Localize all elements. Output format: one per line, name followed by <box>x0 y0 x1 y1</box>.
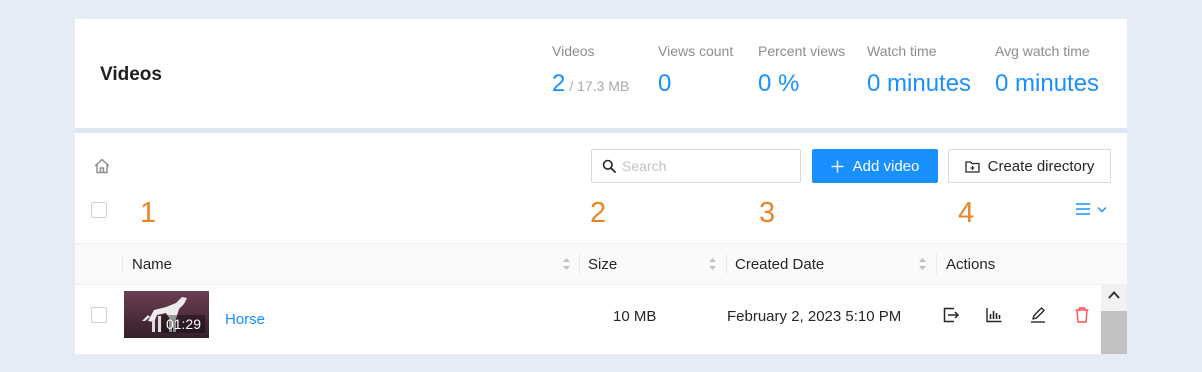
plus-icon <box>831 160 844 172</box>
stat-label: Watch time <box>867 43 937 59</box>
table-scrollbar[interactable] <box>1101 285 1127 354</box>
sort-icon[interactable] <box>708 257 717 271</box>
stat-value: 0 % <box>758 70 800 97</box>
folder-add-icon <box>964 160 980 173</box>
annotation-marker: 3 <box>759 197 776 229</box>
stat-value: 0 <box>658 70 672 97</box>
create-directory-button[interactable]: Create directory <box>948 149 1111 183</box>
annotation-marker: 2 <box>590 197 607 229</box>
select-all-checkbox[interactable] <box>91 202 107 218</box>
stat-value: 0 minutes <box>867 70 972 97</box>
edit-icon[interactable] <box>1028 305 1048 325</box>
sort-icon[interactable] <box>918 257 927 271</box>
stat-label: Percent views <box>758 43 846 59</box>
video-thumbnail[interactable]: 01:29 <box>124 291 209 338</box>
search-input[interactable] <box>622 158 792 174</box>
column-header-size[interactable]: Size <box>588 244 617 284</box>
column-header-label: Size <box>588 255 618 273</box>
stat-views-count: Views count 0 <box>658 43 733 98</box>
stat-label: Videos <box>552 43 595 59</box>
scroll-up-arrow-icon[interactable] <box>1107 289 1121 301</box>
stat-percent-views: Percent views 0 % <box>758 43 845 98</box>
home-icon[interactable] <box>93 157 111 175</box>
table-row[interactable]: 01:29 Horse 10 MB February 2, 2023 5:10 … <box>75 285 1127 354</box>
scrollbar-thumb[interactable] <box>1101 311 1127 354</box>
search-icon <box>602 159 616 173</box>
column-header-label: Name <box>132 255 173 273</box>
list-view-icon <box>1076 203 1090 215</box>
column-header-name[interactable]: Name <box>132 244 172 284</box>
page-title: Videos <box>100 64 162 85</box>
column-separator <box>579 254 580 274</box>
column-separator <box>122 254 123 274</box>
stat-label: Views count <box>658 43 734 59</box>
stats-card: Videos Videos 2/ 17.3 MB Views count 0 P… <box>75 19 1127 128</box>
table-header: Name Size Created Date Actions <box>75 243 1127 285</box>
column-header-created-date[interactable]: Created Date <box>735 244 824 284</box>
sort-icon[interactable] <box>562 257 571 271</box>
analytics-icon[interactable] <box>984 305 1004 325</box>
video-created-date: February 2, 2023 5:10 PM <box>727 308 902 325</box>
stat-videos-size: / 17.3 MB <box>569 78 630 94</box>
export-icon[interactable] <box>941 305 961 325</box>
column-header-actions: Actions <box>946 244 995 284</box>
stat-value: 2/ 17.3 MB <box>552 70 629 98</box>
stat-videos-count: 2 <box>552 70 566 97</box>
add-video-button[interactable]: Add video <box>812 149 938 183</box>
stat-videos: Videos 2/ 17.3 MB <box>552 43 629 98</box>
create-directory-label: Create directory <box>987 157 1095 175</box>
annotation-marker: 4 <box>958 197 975 229</box>
video-name-link[interactable]: Horse <box>225 311 265 328</box>
column-header-label: Created Date <box>735 255 825 273</box>
stat-watch-time: Watch time 0 minutes <box>867 43 971 98</box>
annotation-marker: 1 <box>140 197 157 229</box>
view-mode-toggle[interactable] <box>1075 202 1107 216</box>
stat-label: Avg watch time <box>995 43 1090 59</box>
stat-value: 0 minutes <box>995 70 1100 97</box>
add-video-label: Add video <box>852 157 920 175</box>
row-checkbox[interactable] <box>91 307 107 323</box>
video-size: 10 MB <box>613 308 657 325</box>
column-header-label: Actions <box>946 255 996 273</box>
video-duration: 01:29 <box>161 315 205 333</box>
stat-avg-watch-time: Avg watch time 0 minutes <box>995 43 1099 98</box>
search-field[interactable] <box>591 149 801 183</box>
chevron-down-icon <box>1097 206 1107 212</box>
video-list-card: Add video Create directory 1 2 3 4 Name <box>75 133 1127 354</box>
column-separator <box>726 254 727 274</box>
delete-icon[interactable] <box>1072 305 1092 325</box>
column-separator <box>936 254 937 274</box>
